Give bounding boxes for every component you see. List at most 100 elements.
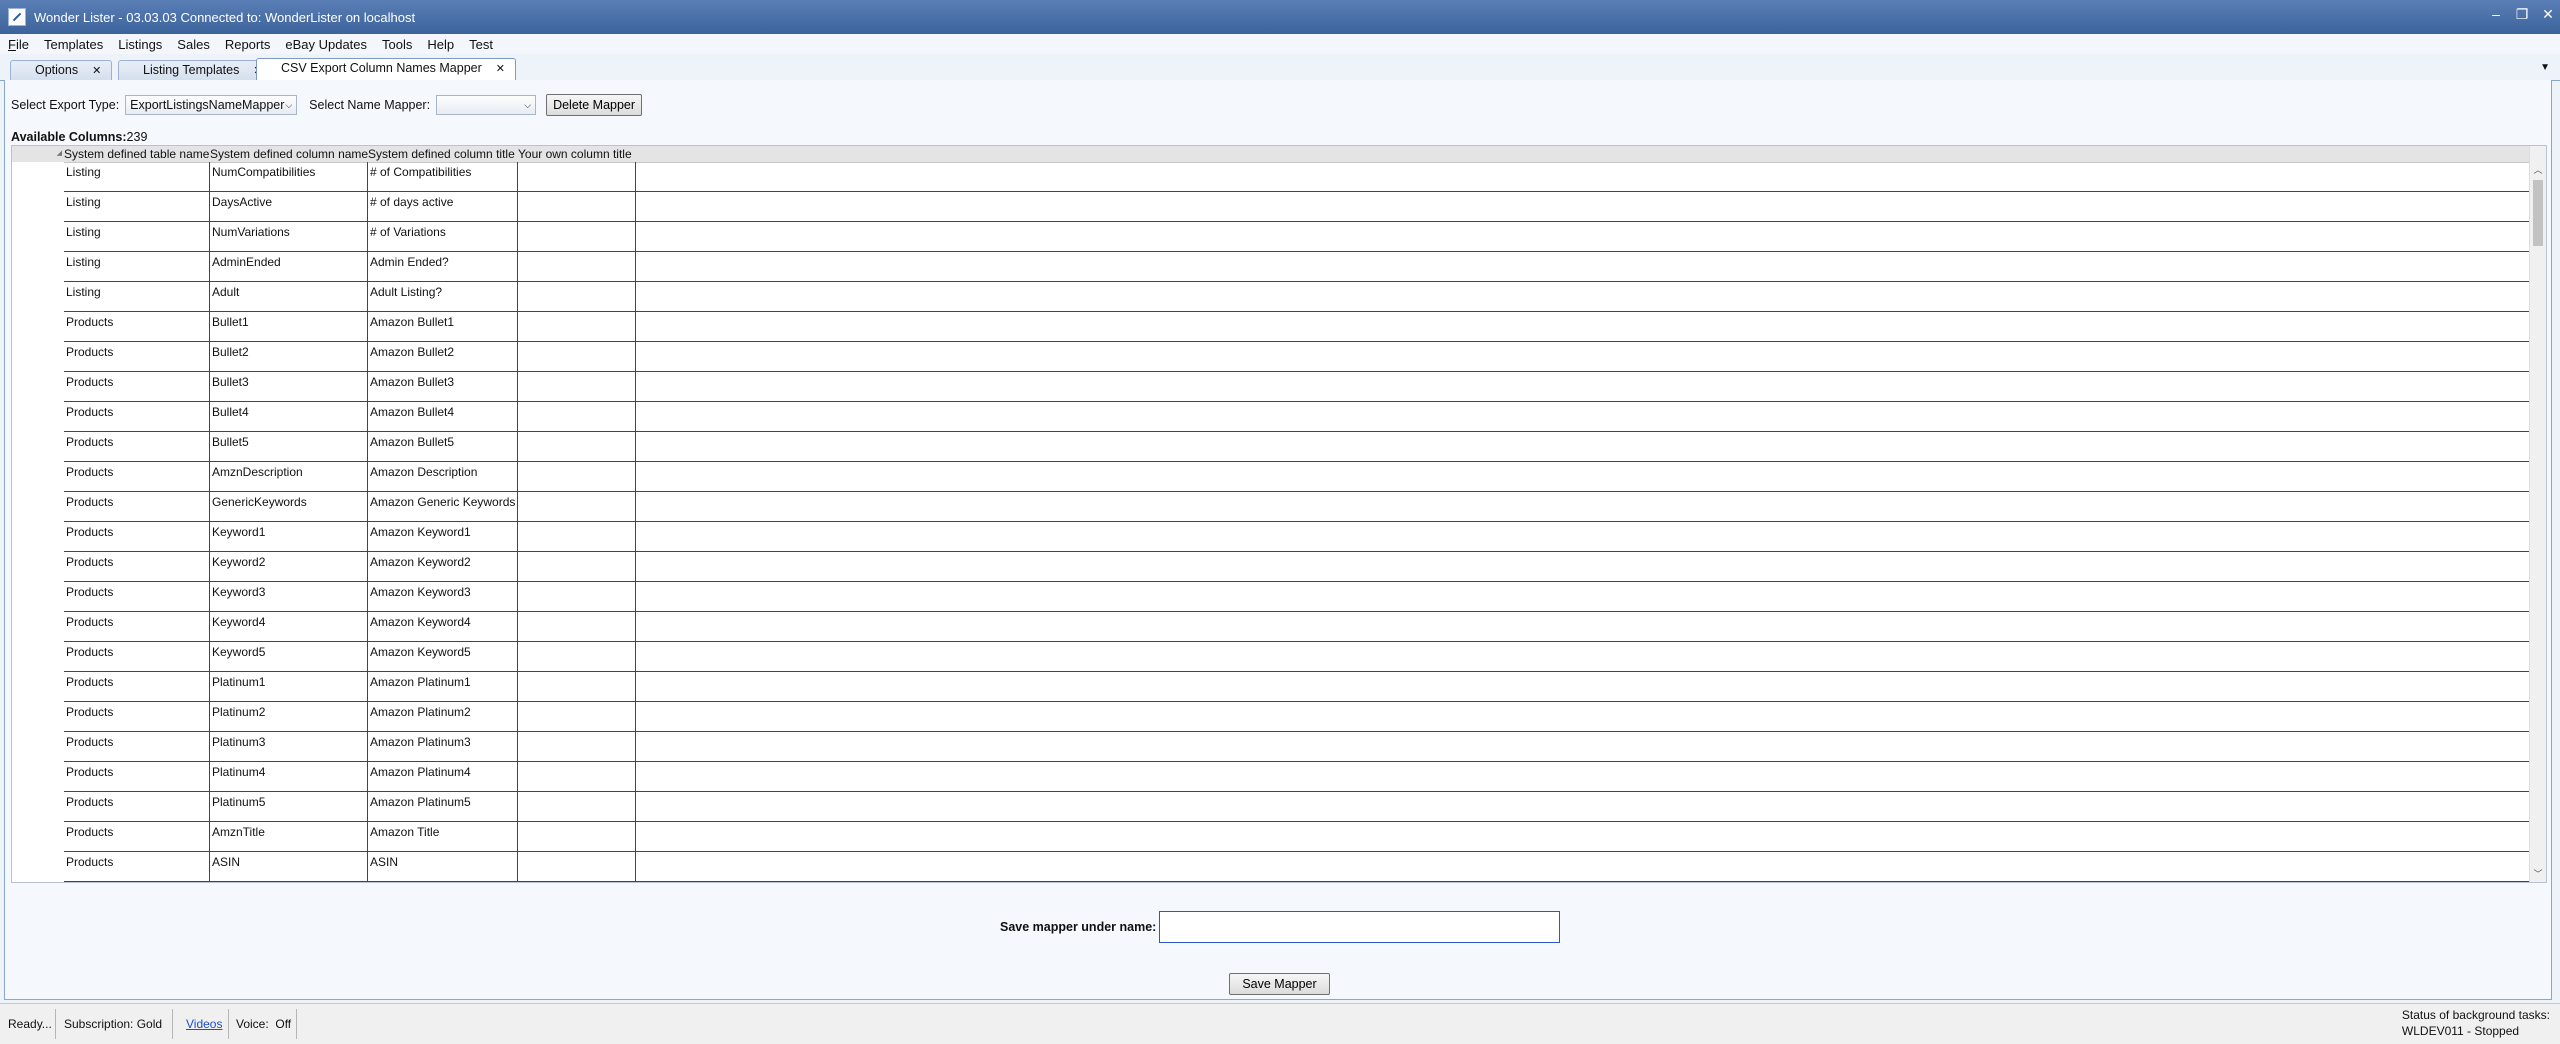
menu-templates[interactable]: Templates [44, 37, 103, 52]
cell-own-title[interactable] [518, 222, 636, 252]
row-header[interactable] [12, 312, 64, 342]
cell-own-title[interactable] [518, 702, 636, 732]
close-tab-icon[interactable]: ✕ [92, 65, 101, 77]
menu-file[interactable]: File [8, 37, 29, 52]
row-header[interactable] [12, 732, 64, 762]
row-header[interactable] [12, 522, 64, 552]
row-header[interactable] [12, 372, 64, 402]
row-header[interactable] [12, 552, 64, 582]
row-header[interactable] [12, 582, 64, 612]
delete-mapper-button[interactable]: Delete Mapper [546, 94, 643, 116]
videos-link[interactable]: Videos [186, 1017, 222, 1031]
header-own-title[interactable]: Your own column title [518, 146, 636, 162]
cell-own-title[interactable] [518, 642, 636, 672]
table-row[interactable]: Products Keyword1 Amazon Keyword1 [12, 522, 2530, 552]
row-header[interactable] [12, 702, 64, 732]
table-row[interactable]: Products ASIN ASIN [12, 852, 2530, 882]
table-row[interactable]: Listing DaysActive # of days active [12, 192, 2530, 222]
cell-own-title[interactable] [518, 162, 636, 192]
vertical-scrollbar[interactable]: ︿ ﹀ [2529, 146, 2546, 882]
row-header[interactable] [12, 492, 64, 522]
table-row[interactable]: Listing AdminEnded Admin Ended? [12, 252, 2530, 282]
cell-own-title[interactable] [518, 522, 636, 552]
row-header[interactable] [12, 402, 64, 432]
table-row[interactable]: Listing NumVariations # of Variations [12, 222, 2530, 252]
scroll-thumb[interactable] [2533, 180, 2543, 246]
menu-help[interactable]: Help [427, 37, 454, 52]
menu-test[interactable]: Test [469, 37, 493, 52]
table-row[interactable]: Products Keyword2 Amazon Keyword2 [12, 552, 2530, 582]
close-tab-icon[interactable]: ✕ [496, 63, 505, 75]
table-row[interactable]: Products Bullet5 Amazon Bullet5 [12, 432, 2530, 462]
cell-own-title[interactable] [518, 402, 636, 432]
table-row[interactable]: Products AmznTitle Amazon Title [12, 822, 2530, 852]
cell-own-title[interactable] [518, 492, 636, 522]
mapper-name-input[interactable] [1159, 911, 1560, 943]
scroll-down-icon[interactable]: ﹀ [2530, 866, 2546, 882]
header-column-title[interactable]: System defined column title [368, 146, 518, 162]
cell-own-title[interactable] [518, 342, 636, 372]
cell-own-title[interactable] [518, 612, 636, 642]
table-row[interactable]: Products Keyword5 Amazon Keyword5 [12, 642, 2530, 672]
cell-own-title[interactable] [518, 432, 636, 462]
name-mapper-select[interactable]: ⌵ [436, 95, 537, 115]
row-header[interactable] [12, 642, 64, 672]
menu-listings[interactable]: Listings [118, 37, 162, 52]
row-header[interactable] [12, 672, 64, 702]
cell-own-title[interactable] [518, 732, 636, 762]
select-all-corner[interactable] [12, 146, 64, 162]
row-header[interactable] [12, 462, 64, 492]
table-row[interactable]: Products Bullet3 Amazon Bullet3 [12, 372, 2530, 402]
table-row[interactable]: Products Platinum4 Amazon Platinum4 [12, 762, 2530, 792]
row-header[interactable] [12, 162, 64, 192]
cell-own-title[interactable] [518, 852, 636, 882]
cell-own-title[interactable] [518, 372, 636, 402]
table-row[interactable]: Products Bullet4 Amazon Bullet4 [12, 402, 2530, 432]
table-row[interactable]: Products Platinum1 Amazon Platinum1 [12, 672, 2530, 702]
row-header[interactable] [12, 282, 64, 312]
tab-overflow-chevron-icon[interactable]: ▼ [2540, 62, 2550, 73]
row-header[interactable] [12, 822, 64, 852]
cell-own-title[interactable] [518, 192, 636, 222]
row-header[interactable] [12, 192, 64, 222]
restore-icon[interactable]: ❐ [2514, 6, 2530, 22]
table-row[interactable]: Products Platinum3 Amazon Platinum3 [12, 732, 2530, 762]
close-icon[interactable]: ✕ [2540, 6, 2556, 22]
menu-sales[interactable]: Sales [177, 37, 210, 52]
row-header[interactable] [12, 762, 64, 792]
tab-listing-templates[interactable]: Listing Templates✕ [118, 60, 274, 80]
cell-own-title[interactable] [518, 792, 636, 822]
table-row[interactable]: Products GenericKeywords Amazon Generic Ke… [12, 492, 2530, 522]
table-row[interactable]: Products Keyword3 Amazon Keyword3 [12, 582, 2530, 612]
cell-own-title[interactable] [518, 582, 636, 612]
save-mapper-button[interactable]: Save Mapper [1229, 973, 1330, 995]
menu-tools[interactable]: Tools [382, 37, 412, 52]
table-row[interactable]: Products Bullet1 Amazon Bullet1 [12, 312, 2530, 342]
row-header[interactable] [12, 222, 64, 252]
header-column-name[interactable]: System defined column name [210, 146, 368, 162]
table-row[interactable]: Listing NumCompatibilities # of Compatibil… [12, 162, 2530, 192]
minimize-icon[interactable]: – [2488, 6, 2504, 22]
row-header[interactable] [12, 342, 64, 372]
cell-own-title[interactable] [518, 312, 636, 342]
scroll-up-icon[interactable]: ︿ [2530, 162, 2546, 178]
row-header[interactable] [12, 792, 64, 822]
row-header[interactable] [12, 252, 64, 282]
cell-own-title[interactable] [518, 282, 636, 312]
table-row[interactable]: Products Keyword4 Amazon Keyword4 [12, 612, 2530, 642]
table-row[interactable]: Listing Adult Adult Listing? [12, 282, 2530, 312]
header-table-name[interactable]: System defined table name [64, 146, 210, 162]
row-header[interactable] [12, 432, 64, 462]
table-row[interactable]: Products AmznDescription Amazon Descriptio… [12, 462, 2530, 492]
tab-csv-export-mapper[interactable]: CSV Export Column Names Mapper ✕ [256, 58, 516, 81]
table-row[interactable]: Products Platinum5 Amazon Platinum5 [12, 792, 2530, 822]
menu-ebay-updates[interactable]: eBay Updates [285, 37, 367, 52]
row-header[interactable] [12, 852, 64, 882]
cell-own-title[interactable] [518, 672, 636, 702]
table-row[interactable]: Products Platinum2 Amazon Platinum2 [12, 702, 2530, 732]
table-row[interactable]: Products Bullet2 Amazon Bullet2 [12, 342, 2530, 372]
cell-own-title[interactable] [518, 762, 636, 792]
cell-own-title[interactable] [518, 822, 636, 852]
row-header[interactable] [12, 612, 64, 642]
export-type-select[interactable]: ExportListingsNameMapper ⌵ [125, 95, 298, 115]
